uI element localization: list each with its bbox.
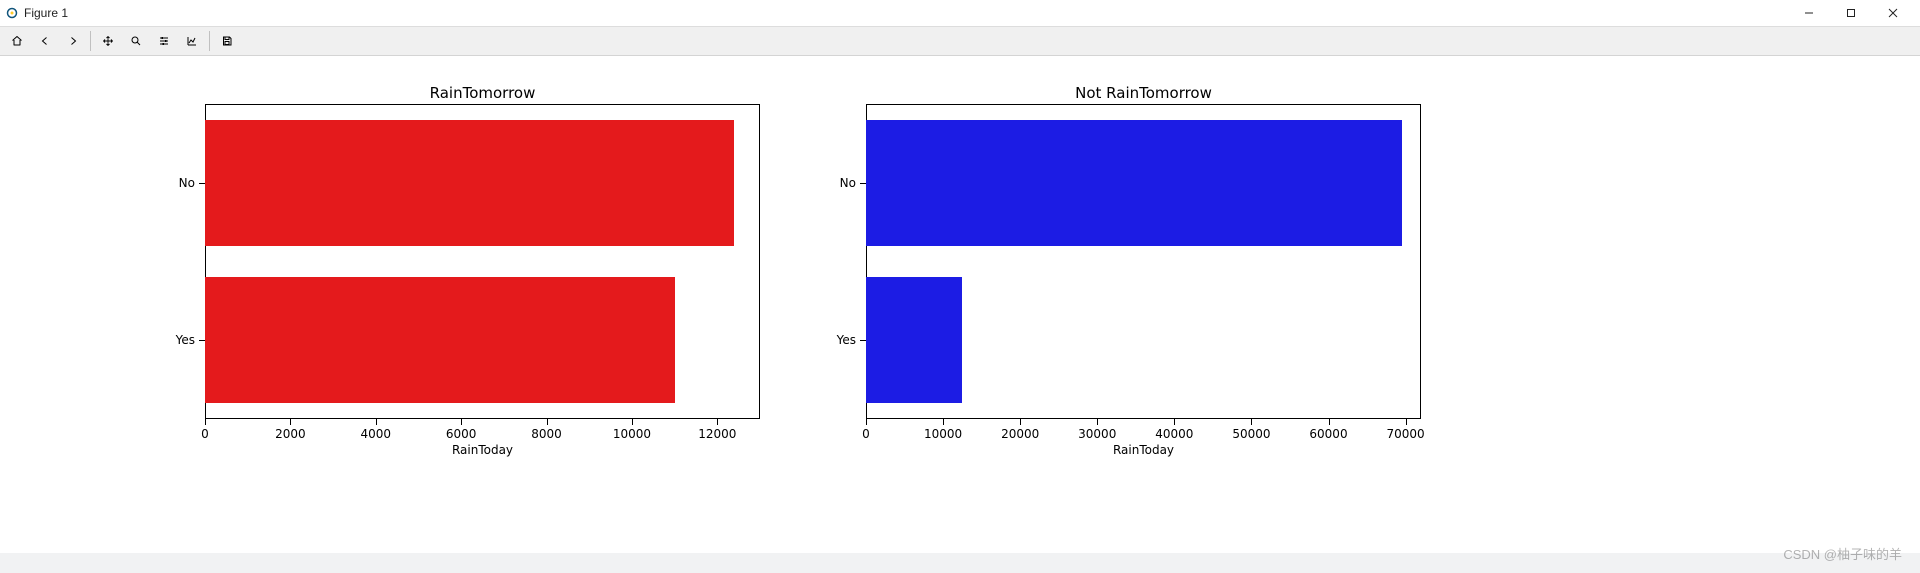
pan-icon [102,32,114,50]
figure-canvas[interactable]: RainTomorrow No Yes 0 2000 4000 6000 8000 10000 1… [0,56,1920,573]
minimize-button[interactable] [1788,1,1830,25]
x-tick [290,419,291,425]
y-tick-label: No [179,176,195,190]
x-tick [547,419,548,425]
x-tick [1406,419,1407,425]
x-tick-label: 10000 [924,427,962,441]
bar-No [205,120,734,246]
x-tick-label: 20000 [1001,427,1039,441]
x-tick-label: 50000 [1232,427,1270,441]
plot-area [866,104,1421,419]
x-tick [1174,419,1175,425]
x-tick [943,419,944,425]
x-tick-label: 10000 [613,427,651,441]
home-button[interactable] [4,29,30,53]
y-tick [199,340,205,341]
y-tick [860,183,866,184]
back-icon [39,32,51,50]
close-icon [1888,8,1898,18]
subplot-0: RainTomorrowNoYes02000400060008000100001… [205,104,760,419]
subplot-1: Not RainTomorrowNoYes0100002000030000400… [866,104,1421,419]
zoom-button[interactable] [123,29,149,53]
x-tick [205,419,206,425]
x-tick-label: 0 [862,427,870,441]
x-tick [1097,419,1098,425]
x-tick-label: 60000 [1309,427,1347,441]
x-tick [376,419,377,425]
forward-icon [67,32,79,50]
forward-button[interactable] [60,29,86,53]
x-tick-label: 40000 [1155,427,1193,441]
toolbar-separator [90,31,91,51]
x-tick-label: 0 [201,427,209,441]
plot-area [205,104,760,419]
edit-axes-button[interactable] [179,29,205,53]
save-icon [221,32,233,50]
x-tick [717,419,718,425]
x-tick-label: 8000 [531,427,562,441]
x-tick-label: 2000 [275,427,306,441]
x-tick-label: 4000 [360,427,391,441]
y-tick-label: No [840,176,856,190]
subplots-button[interactable] [151,29,177,53]
x-tick-label: 6000 [446,427,477,441]
save-button[interactable] [214,29,240,53]
back-button[interactable] [32,29,58,53]
y-tick-label: Yes [176,333,195,347]
x-tick [1020,419,1021,425]
app-icon [6,7,18,19]
close-button[interactable] [1872,1,1914,25]
sliders-icon [158,32,170,50]
bar-Yes [205,277,675,403]
x-tick-label: 30000 [1078,427,1116,441]
bar-No [866,120,1402,246]
zoom-icon [130,32,142,50]
x-tick [632,419,633,425]
maximize-icon [1846,8,1856,18]
figure-toolbar [0,27,1920,56]
subplot-title: RainTomorrow [205,84,760,102]
x-axis-label: RainToday [205,443,760,457]
y-tick-label: Yes [837,333,856,347]
window-controls [1788,1,1914,25]
home-icon [11,32,23,50]
figure-inner: RainTomorrow No Yes 0 2000 4000 6000 8000 10000 1… [0,56,1920,573]
x-tick-label: 12000 [698,427,736,441]
subplot-title: Not RainTomorrow [866,84,1421,102]
toolbar-separator [209,31,210,51]
chart-line-icon [186,32,198,50]
bar-Yes [866,277,962,403]
x-tick [1251,419,1252,425]
x-tick [1329,419,1330,425]
x-tick [461,419,462,425]
maximize-button[interactable] [1830,1,1872,25]
minimize-icon [1804,8,1814,18]
window-titlebar: Figure 1 [0,0,1920,27]
x-tick-label: 70000 [1386,427,1424,441]
x-tick [866,419,867,425]
y-tick [860,340,866,341]
window-title: Figure 1 [24,6,68,20]
x-axis-label: RainToday [866,443,1421,457]
y-tick [199,183,205,184]
window-title-group: Figure 1 [6,6,68,20]
pan-button[interactable] [95,29,121,53]
